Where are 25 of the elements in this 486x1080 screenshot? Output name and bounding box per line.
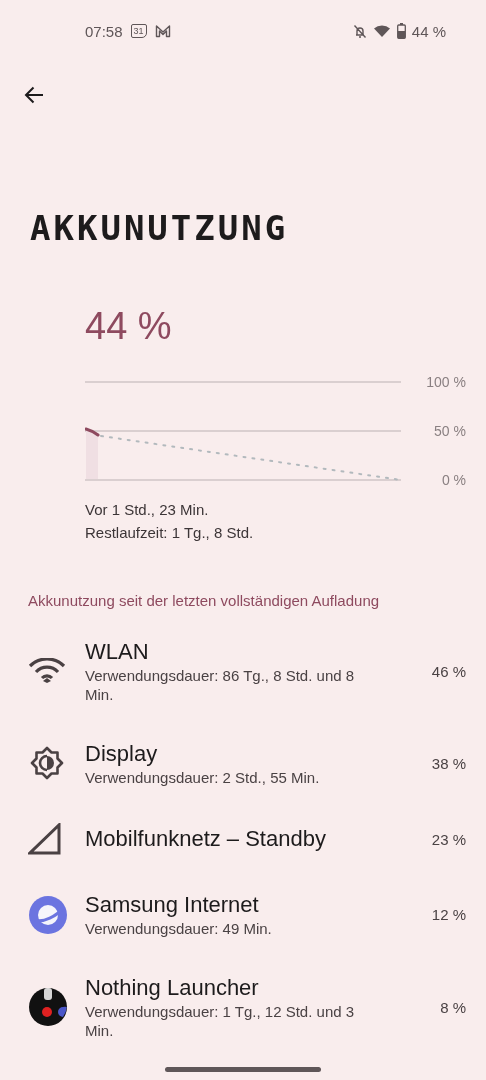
axis-label: 0 % [441, 472, 466, 488]
signal-icon [28, 823, 62, 855]
usage-item[interactable]: WLAN Verwendungsdauer: 86 Tg., 8 Std. und 8 Min. 46 % [0, 620, 486, 722]
planet-app-icon [28, 894, 68, 935]
axis-label: 50 % [434, 423, 466, 439]
usage-item[interactable]: Nothing Launcher Verwendungsdauer: 1 Tg., 12 Std. und 3 Min. 8 % [0, 956, 486, 1058]
clock-time: 07:58 [85, 22, 123, 40]
wifi-icon [372, 24, 391, 38]
calendar-icon: 31 [130, 24, 147, 38]
mail-icon [154, 24, 171, 38]
axis-label: 100 % [426, 374, 466, 390]
battery-level: 44 % [85, 304, 173, 348]
wifi-icon [28, 658, 66, 684]
battery-icon [396, 23, 406, 39]
usage-item[interactable]: Mobilfunknetz – Standby 23 % [0, 805, 486, 873]
remaining-time-text: Restlaufzeit: 1 Tg., 8 Std. [85, 523, 255, 543]
usage-item[interactable]: Samsung Internet Verwendungsdauer: 49 Min. 12 % [0, 873, 486, 956]
back-arrow-icon [24, 86, 44, 104]
page-title: AKKUNUTZUNG [30, 208, 290, 248]
battery-percent: 44 % [411, 22, 446, 40]
section-header: Akkunutzung seit der letzten vollständigen Aufladung [28, 591, 381, 611]
last-charge-text: Vor 1 Std., 23 Min. [85, 500, 210, 520]
app-icon [28, 987, 68, 1027]
usage-item[interactable]: Display Verwendungsdauer: 2 Std., 55 Min. 38 % [0, 722, 486, 805]
bell-off-icon [352, 23, 367, 39]
